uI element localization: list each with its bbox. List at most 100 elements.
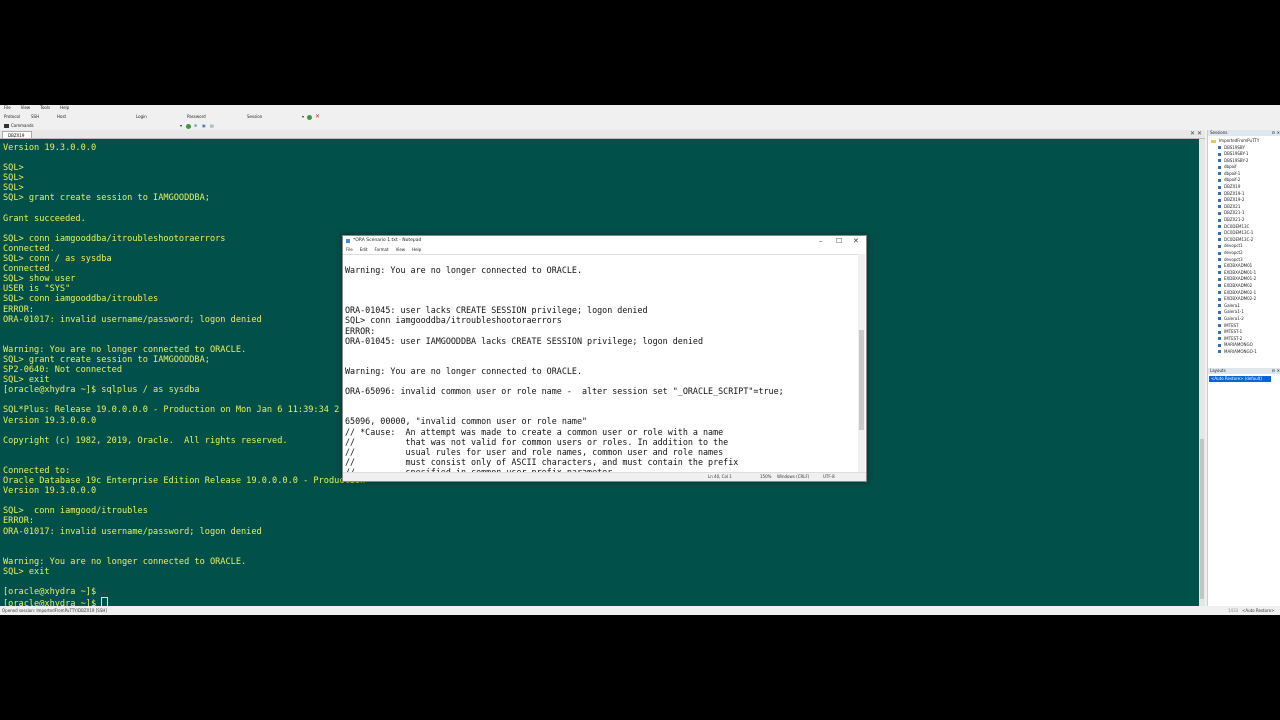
notepad-content: Warning: You are no longer connected to …	[345, 265, 784, 473]
session-item-label: dbpoif	[1224, 164, 1237, 170]
session-item[interactable]: dbpoif-2	[1218, 177, 1257, 184]
tab-label: DBZX19	[8, 133, 25, 138]
notepad-scrollbar[interactable]	[858, 254, 865, 472]
close-all-icon[interactable]: ✕	[1197, 130, 1202, 138]
status-zoom: 150%	[760, 474, 772, 479]
session-tree: DBS19SBY DBS19SBY-1 DBS19SBY-2 dbpoif dbpoif…	[1218, 145, 1257, 356]
session-item[interactable]: Galera1	[1218, 303, 1257, 310]
protocol-select[interactable]: SSH	[31, 111, 39, 122]
session-item[interactable]: dbpoif-1	[1218, 171, 1257, 178]
session-item-label: EXDBXADM02	[1224, 282, 1253, 288]
session-item[interactable]: MARIAMONGO-1	[1218, 349, 1257, 356]
folder-icon	[1211, 139, 1216, 143]
maximize-icon[interactable]: ☐	[836, 236, 842, 246]
session-item[interactable]: IMTEST	[1218, 323, 1257, 330]
session-item-label: DBZX21-2	[1224, 217, 1245, 223]
commands-label: Commands	[11, 123, 34, 128]
close-sessions-icon[interactable]: ✕	[1277, 130, 1280, 136]
session-item[interactable]: IMTEST-1	[1218, 329, 1257, 336]
session-item[interactable]: devopct3	[1218, 257, 1257, 264]
terminal-scrollbar[interactable]	[1199, 139, 1205, 606]
session-item[interactable]: DBS19SBY	[1218, 145, 1257, 152]
layout-auto-restore[interactable]: <Auto Restore> (default)	[1209, 376, 1271, 382]
menu-tools[interactable]: Tools	[40, 105, 50, 110]
np-menu-view[interactable]: View	[396, 247, 406, 252]
close-tab-icon[interactable]: ✕	[1190, 130, 1195, 138]
session-item[interactable]: DBS19SBY-2	[1218, 158, 1257, 165]
session-icon	[1218, 310, 1221, 314]
notepad-menu: File Edit Format View Help	[343, 246, 866, 254]
notepad-app-icon	[346, 239, 350, 243]
session-item[interactable]: EXDBXADM02-1	[1218, 290, 1257, 297]
session-item[interactable]: DBZX21	[1218, 204, 1257, 211]
commands-dropdown-icon[interactable]: ▾	[180, 122, 182, 130]
session-select-arrow[interactable]: ▾	[302, 111, 304, 122]
save-icon[interactable]: ▣	[202, 122, 206, 130]
session-item[interactable]: Galera1-2	[1218, 316, 1257, 323]
session-item-label: DC0DEM13C-2	[1224, 236, 1254, 242]
session-item[interactable]: Galera1-1	[1218, 309, 1257, 316]
menu-view[interactable]: View	[21, 105, 31, 110]
clear-icon[interactable]: ▤	[210, 122, 214, 130]
session-item-label: DBS19SBY-1	[1224, 151, 1249, 157]
tree-root-label: ImportedFromPuTTY	[1219, 138, 1260, 143]
np-menu-help[interactable]: Help	[412, 247, 421, 252]
notepad-scrollbar-thumb[interactable]	[859, 330, 864, 430]
np-menu-file[interactable]: File	[346, 247, 353, 252]
session-item[interactable]: DBZX21-2	[1218, 217, 1257, 224]
status-eol: Windows (CRLF)	[777, 474, 810, 479]
np-menu-format[interactable]: Format	[374, 247, 388, 252]
host-label: Host	[57, 114, 67, 119]
session-item[interactable]: EXDBXADM02	[1218, 283, 1257, 290]
session-icon	[1218, 192, 1221, 196]
menu-file[interactable]: File	[4, 105, 11, 110]
session-label: Session	[247, 114, 263, 119]
session-item[interactable]: DBZX21-1	[1218, 210, 1257, 217]
status-layout[interactable]: <Auto Restore>	[1242, 607, 1274, 615]
session-item[interactable]: DC0DEM13C-2	[1218, 237, 1257, 244]
np-menu-edit[interactable]: Edit	[360, 247, 368, 252]
status-bar: Opened session: ImportedFromPuTTY/DBZX19…	[0, 607, 1280, 615]
session-item[interactable]: DBZX19	[1218, 184, 1257, 191]
session-item[interactable]: dbpoif	[1218, 164, 1257, 171]
session-item-label: devopct1	[1224, 243, 1243, 249]
close-layouts-icon[interactable]: ✕	[1277, 368, 1280, 374]
run-command-icon[interactable]	[186, 122, 191, 130]
session-item[interactable]: IMTEST-2	[1218, 336, 1257, 343]
session-item-label: MARIAMONGO	[1224, 342, 1253, 348]
session-item[interactable]: EXDBXADM02-2	[1218, 296, 1257, 303]
minimize-icon[interactable]: –	[819, 236, 823, 246]
close-icon[interactable]: ✕	[853, 236, 859, 246]
pin-icon[interactable]: ⊟	[1272, 130, 1275, 136]
notepad-title: *ORA Scenario 1.txt - Notepad	[353, 238, 422, 243]
notepad-window[interactable]: *ORA Scenario 1.txt - Notepad – ☐ ✕ File…	[342, 235, 867, 482]
session-item[interactable]: MARIAMONGO	[1218, 342, 1257, 349]
session-item[interactable]: DC0DEM13C-1	[1218, 230, 1257, 237]
notepad-text-area[interactable]: Warning: You are no longer connected to …	[343, 254, 858, 473]
menu-help[interactable]: Help	[60, 105, 69, 110]
session-item[interactable]: devopct2	[1218, 250, 1257, 257]
session-item[interactable]: DBS19SBY-1	[1218, 151, 1257, 158]
session-item[interactable]: DBZX19-2	[1218, 197, 1257, 204]
session-icon	[1218, 205, 1221, 209]
session-item[interactable]: DBZX19-1	[1218, 191, 1257, 198]
session-item[interactable]: EXDBXADM01-2	[1218, 276, 1257, 283]
settings-icon[interactable]: ✻	[194, 122, 197, 130]
session-item[interactable]: devopct1	[1218, 243, 1257, 250]
session-item-label: EXDBXADM01-2	[1224, 276, 1257, 282]
session-icon	[1218, 324, 1221, 328]
session-item[interactable]: EXDBXADM01	[1218, 263, 1257, 270]
session-icon	[1218, 291, 1221, 295]
session-item-label: devopct3	[1224, 256, 1243, 262]
commands-bar: Commands ▾ ✻ ▣ ▤	[0, 122, 1280, 130]
disconnect-icon[interactable]: ✕	[315, 111, 320, 122]
tab-dbzx19[interactable]: DBZX19	[2, 131, 32, 138]
connect-icon[interactable]	[307, 111, 312, 122]
pin-layouts-icon[interactable]: ⊟	[1272, 368, 1275, 374]
session-item[interactable]: EXDBXADM01-1	[1218, 270, 1257, 277]
session-item[interactable]: DC0DEM13C	[1218, 224, 1257, 231]
status-encoding: UTF-8	[823, 474, 835, 479]
session-item-label: DBZX19	[1224, 184, 1241, 190]
terminal-scrollbar-thumb[interactable]	[1200, 439, 1204, 599]
connection-bar: Protocol SSH Host Login Password Session…	[0, 111, 1280, 122]
